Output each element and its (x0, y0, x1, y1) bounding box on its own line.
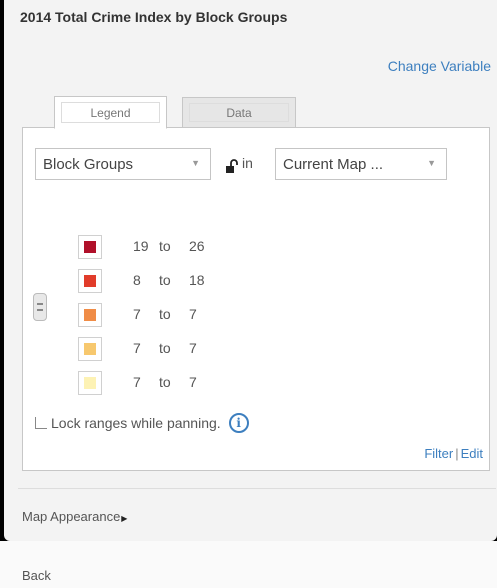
panel-title: 2014 Total Crime Index by Block Groups (20, 9, 288, 25)
color-swatch[interactable] (84, 377, 96, 389)
footer-area (0, 541, 497, 588)
range-to: to (159, 306, 171, 322)
in-label: in (242, 155, 253, 171)
color-swatch[interactable] (84, 275, 96, 287)
legend-row[interactable]: 7 to 7 (78, 371, 278, 395)
title-bar: 2014 Total Crime Index by Block Groups (4, 0, 497, 34)
filter-link[interactable]: Filter (424, 446, 453, 461)
separator: | (455, 446, 459, 461)
color-swatch[interactable] (84, 241, 96, 253)
chevron-down-icon: ▼ (191, 158, 200, 168)
range-low: 8 (133, 272, 141, 288)
back-link[interactable]: Back (22, 568, 51, 583)
color-swatch[interactable] (84, 309, 96, 321)
range-high: 7 (189, 340, 197, 356)
tab-data[interactable]: Data (182, 97, 296, 128)
range-high: 18 (189, 272, 205, 288)
padlock-unlocked-icon[interactable] (225, 159, 239, 173)
tab-data-label: Data (226, 105, 252, 120)
range-low: 19 (133, 238, 149, 254)
swatch-frame (78, 235, 102, 259)
map-appearance-toggle[interactable]: Map Appearance▶ (22, 509, 127, 524)
divider (18, 488, 496, 489)
geography-select[interactable]: Block Groups ▼ (35, 148, 211, 180)
swatch-frame (78, 337, 102, 361)
range-low: 7 (133, 374, 141, 390)
range-to: to (159, 238, 171, 254)
map-appearance-label: Map Appearance (22, 509, 121, 524)
chevron-down-icon: ▼ (427, 158, 436, 168)
range-low: 7 (133, 306, 141, 322)
color-swatch[interactable] (84, 343, 96, 355)
variable-panel: 2014 Total Crime Index by Block Groups C… (4, 0, 497, 541)
tab-legend[interactable]: Legend (54, 96, 167, 129)
range-low: 7 (133, 340, 141, 356)
legend-row[interactable]: 7 to 7 (78, 337, 278, 361)
extent-select-value: Current Map ... (283, 155, 384, 173)
legend-row[interactable]: 19 to 26 (78, 235, 278, 259)
edit-link[interactable]: Edit (461, 446, 483, 461)
tab-legend-label: Legend (90, 105, 131, 120)
extent-select[interactable]: Current Map ... ▼ (275, 148, 447, 180)
legend-row[interactable]: 8 to 18 (78, 269, 278, 293)
info-icon[interactable]: i (228, 413, 249, 433)
legend-content: Block Groups ▼ in Current Map ... ▼ 19 t… (22, 127, 490, 471)
swatch-frame (78, 303, 102, 327)
change-variable-link[interactable]: Change Variable (388, 58, 491, 74)
checkbox-icon[interactable] (35, 417, 47, 429)
filter-edit-links: Filter | Edit (424, 446, 483, 461)
lock-ranges-toggle[interactable]: Lock ranges while panning. i (35, 413, 249, 433)
swatch-frame (78, 371, 102, 395)
range-high: 7 (189, 374, 197, 390)
range-high: 7 (189, 306, 197, 322)
swatch-frame (78, 269, 102, 293)
lock-ranges-label: Lock ranges while panning. (51, 415, 221, 431)
triangle-right-icon: ▶ (121, 514, 128, 523)
range-to: to (159, 272, 171, 288)
range-high: 26 (189, 238, 205, 254)
range-to: to (159, 374, 171, 390)
legend-row[interactable]: 7 to 7 (78, 303, 278, 327)
range-to: to (159, 340, 171, 356)
geography-select-value: Block Groups (43, 155, 134, 173)
range-drag-handle[interactable] (33, 293, 47, 321)
